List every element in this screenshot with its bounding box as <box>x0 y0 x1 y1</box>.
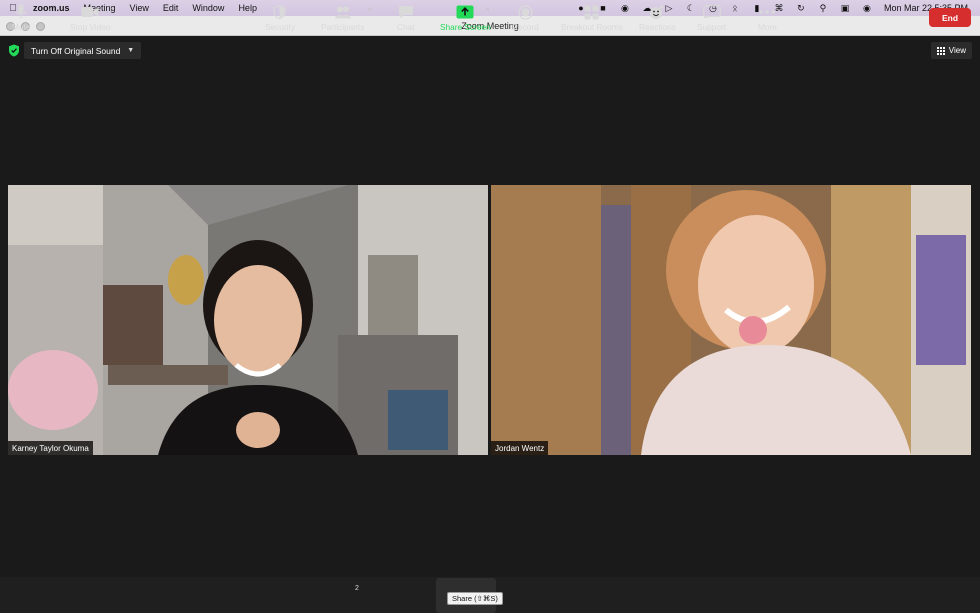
zoom-window-button[interactable] <box>36 22 45 31</box>
support-icon <box>702 5 721 19</box>
menu-window[interactable]: Window <box>185 3 231 13</box>
record-button[interactable]: Record <box>512 3 539 32</box>
bluetooth-icon[interactable]: ᛟ <box>724 3 746 13</box>
chevron-up-icon[interactable]: ^ <box>368 8 371 15</box>
participant-video-left <box>8 185 488 455</box>
original-sound-label: Turn Off Original Sound <box>31 45 121 56</box>
participant-video-right <box>491 185 971 455</box>
stop-video-label: Stop Video <box>70 22 111 32</box>
reactions-button[interactable]: Reactions <box>639 3 676 32</box>
original-sound-control: Turn Off Original Sound ▼ <box>8 42 142 59</box>
breakout-rooms-icon <box>584 5 599 19</box>
siri-icon[interactable]: ◉ <box>856 3 878 14</box>
original-sound-button[interactable]: Turn Off Original Sound ▼ <box>24 42 142 59</box>
participant-count: 2 <box>355 585 359 592</box>
share-screen-label: Share Screen <box>440 22 491 32</box>
breakout-rooms-label: Breakout Rooms <box>561 22 623 32</box>
participants-label: Participants <box>321 22 365 32</box>
chevron-up-icon[interactable]: ^ <box>110 8 113 15</box>
record-icon <box>518 4 533 20</box>
chevron-up-icon[interactable]: ^ <box>49 8 52 15</box>
meeting-area: Turn Off Original Sound ▼ View Karney Ta… <box>0 36 980 577</box>
grid-icon <box>936 46 945 55</box>
chevron-down-icon[interactable]: ▼ <box>127 47 134 54</box>
shield-icon <box>273 4 287 20</box>
menu-view[interactable]: View <box>123 3 156 13</box>
microphone-icon <box>15 4 27 19</box>
chat-button[interactable]: Chat <box>397 3 415 32</box>
view-label: View <box>948 46 966 55</box>
share-screen-icon <box>456 5 474 19</box>
more-icon <box>759 10 776 14</box>
participant-name-tag: Jordan Wentz <box>491 441 549 455</box>
breakout-rooms-button[interactable]: Breakout Rooms <box>561 3 623 32</box>
reactions-label: Reactions <box>639 22 676 32</box>
mute-label: Mute <box>12 22 31 32</box>
support-button[interactable]: Support <box>697 3 726 32</box>
participants-button[interactable]: Participants <box>321 3 364 32</box>
stop-video-button[interactable]: Stop Video <box>70 3 110 32</box>
video-tile-right[interactable]: Jordan Wentz <box>491 185 971 455</box>
participants-icon <box>334 6 351 19</box>
chevron-up-icon[interactable]: ^ <box>486 8 489 15</box>
video-camera-icon <box>81 7 99 17</box>
chat-label: Chat <box>397 22 415 32</box>
reactions-icon <box>650 5 665 19</box>
control-center-icon[interactable]: ▣ <box>834 3 856 14</box>
record-label: Record <box>512 22 539 32</box>
time-machine-icon[interactable]: ↻ <box>790 3 812 14</box>
share-tooltip: Share (⇧⌘S) <box>447 592 503 605</box>
more-label: More <box>758 22 777 32</box>
view-button[interactable]: View <box>930 42 972 59</box>
mute-button[interactable]: Mute <box>12 3 30 32</box>
security-label: Security <box>265 22 295 32</box>
shield-icon <box>9 44 19 57</box>
chat-icon <box>398 5 413 18</box>
menu-help[interactable]: Help <box>231 3 264 13</box>
spotlight-icon[interactable]: ⚲ <box>812 3 834 14</box>
more-button[interactable]: More <box>758 3 777 32</box>
end-meeting-button[interactable]: End <box>929 8 971 27</box>
participant-name-tag: Karney Taylor Okuma <box>8 441 93 455</box>
share-screen-button[interactable]: Share Screen <box>440 3 491 32</box>
menu-edit[interactable]: Edit <box>156 3 186 13</box>
security-button[interactable]: Security <box>265 3 295 32</box>
video-tile-left[interactable]: Karney Taylor Okuma <box>8 185 488 455</box>
support-label: Support <box>697 22 727 32</box>
